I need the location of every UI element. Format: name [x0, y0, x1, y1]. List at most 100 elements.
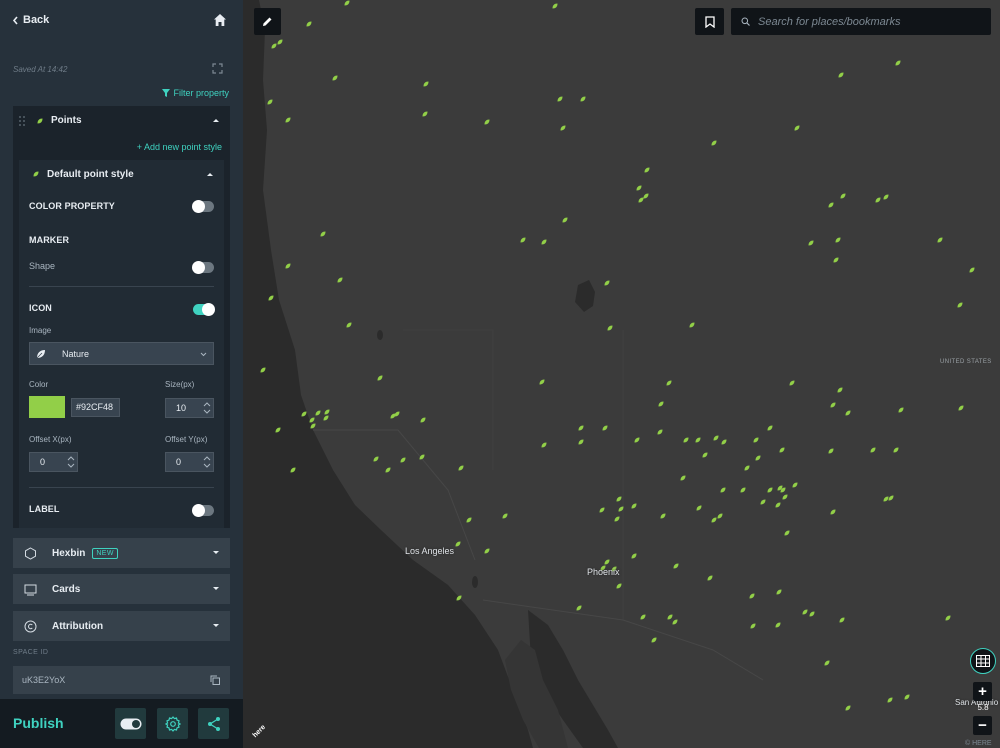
- map-point-marker[interactable]: [767, 487, 773, 493]
- map-point-marker[interactable]: [285, 117, 291, 123]
- map-point-marker[interactable]: [824, 660, 830, 666]
- visibility-toggle-button[interactable]: [115, 708, 146, 739]
- map-point-marker[interactable]: [458, 465, 464, 471]
- map-point-marker[interactable]: [833, 257, 839, 263]
- map-point-marker[interactable]: [484, 548, 490, 554]
- map-point-marker[interactable]: [277, 39, 283, 45]
- map-point-marker[interactable]: [937, 237, 943, 243]
- map-point-marker[interactable]: [466, 517, 472, 523]
- map-point-marker[interactable]: [660, 513, 666, 519]
- share-button[interactable]: [198, 708, 229, 739]
- map-point-marker[interactable]: [260, 367, 266, 373]
- map-point-marker[interactable]: [420, 417, 426, 423]
- map-point-marker[interactable]: [673, 563, 679, 569]
- map-point-marker[interactable]: [767, 425, 773, 431]
- default-point-style-header[interactable]: Default point style: [19, 160, 224, 188]
- map-point-marker[interactable]: [828, 202, 834, 208]
- fullscreen-icon[interactable]: [212, 63, 223, 74]
- map-point-marker[interactable]: [267, 99, 273, 105]
- map-point-marker[interactable]: [578, 439, 584, 445]
- points-header[interactable]: Points: [13, 106, 230, 135]
- map-point-marker[interactable]: [616, 583, 622, 589]
- map-point-marker[interactable]: [285, 263, 291, 269]
- zoom-out-button[interactable]: −: [973, 716, 992, 735]
- map-point-marker[interactable]: [744, 465, 750, 471]
- table-view-button[interactable]: [970, 648, 996, 674]
- map-point-marker[interactable]: [713, 435, 719, 441]
- map-point-marker[interactable]: [385, 467, 391, 473]
- map-point-marker[interactable]: [895, 60, 901, 66]
- map-point-marker[interactable]: [784, 530, 790, 536]
- map-point-marker[interactable]: [835, 237, 841, 243]
- map-point-marker[interactable]: [640, 614, 646, 620]
- map-point-marker[interactable]: [657, 429, 663, 435]
- map-point-marker[interactable]: [306, 21, 312, 27]
- add-point-style-button[interactable]: + Add new point style: [137, 142, 222, 152]
- chevron-up-icon[interactable]: [212, 116, 220, 124]
- map-point-marker[interactable]: [845, 705, 851, 711]
- map-point-marker[interactable]: [969, 267, 975, 273]
- stepper-icon[interactable]: [67, 455, 75, 469]
- map-point-marker[interactable]: [875, 197, 881, 203]
- map-point-marker[interactable]: [775, 502, 781, 508]
- map-point-marker[interactable]: [711, 140, 717, 146]
- map-point-marker[interactable]: [760, 499, 766, 505]
- map-point-marker[interactable]: [323, 415, 329, 421]
- offset-y-input[interactable]: 0: [165, 452, 214, 472]
- map-point-marker[interactable]: [580, 96, 586, 102]
- search-input[interactable]: [758, 15, 978, 28]
- map-point-marker[interactable]: [775, 622, 781, 628]
- map-point-marker[interactable]: [707, 575, 713, 581]
- map-point-marker[interactable]: [830, 509, 836, 515]
- home-icon[interactable]: [213, 13, 227, 27]
- map-point-marker[interactable]: [792, 482, 798, 488]
- map-point-marker[interactable]: [310, 423, 316, 429]
- map-point-marker[interactable]: [337, 277, 343, 283]
- map-point-marker[interactable]: [753, 437, 759, 443]
- map-point-marker[interactable]: [616, 496, 622, 502]
- map-point-marker[interactable]: [560, 125, 566, 131]
- map-point-marker[interactable]: [711, 517, 717, 523]
- map-point-marker[interactable]: [883, 194, 889, 200]
- map-point-marker[interactable]: [779, 447, 785, 453]
- icon-toggle[interactable]: [193, 303, 215, 316]
- map-point-marker[interactable]: [541, 239, 547, 245]
- publish-button[interactable]: Publish: [13, 715, 64, 731]
- map-point-marker[interactable]: [666, 380, 672, 386]
- map-point-marker[interactable]: [845, 410, 851, 416]
- map-point-marker[interactable]: [945, 615, 951, 621]
- map-point-marker[interactable]: [749, 593, 755, 599]
- map-point-marker[interactable]: [346, 322, 352, 328]
- map-point-marker[interactable]: [539, 379, 545, 385]
- image-select[interactable]: Nature: [29, 342, 214, 365]
- map-point-marker[interactable]: [344, 0, 350, 6]
- map-point-marker[interactable]: [777, 485, 783, 491]
- map-point-marker[interactable]: [268, 295, 274, 301]
- map-point-marker[interactable]: [400, 457, 406, 463]
- settings-button[interactable]: [157, 708, 188, 739]
- map-point-marker[interactable]: [898, 407, 904, 413]
- map-point-marker[interactable]: [755, 455, 761, 461]
- map-point-marker[interactable]: [776, 589, 782, 595]
- map-point-marker[interactable]: [301, 411, 307, 417]
- map-point-marker[interactable]: [324, 409, 330, 415]
- map-point-marker[interactable]: [631, 503, 637, 509]
- map-point-marker[interactable]: [789, 380, 795, 386]
- shape-toggle[interactable]: [192, 261, 214, 274]
- map-point-marker[interactable]: [315, 410, 321, 416]
- map-point-marker[interactable]: [541, 442, 547, 448]
- map-point-marker[interactable]: [702, 452, 708, 458]
- drag-handle-icon[interactable]: [19, 115, 25, 126]
- map-point-marker[interactable]: [840, 193, 846, 199]
- map-point-marker[interactable]: [695, 437, 701, 443]
- map-point-marker[interactable]: [390, 413, 396, 419]
- map-point-marker[interactable]: [552, 3, 558, 9]
- color-property-toggle[interactable]: [192, 200, 214, 213]
- map-point-marker[interactable]: [740, 487, 746, 493]
- map-point-marker[interactable]: [957, 302, 963, 308]
- zoom-in-button[interactable]: +: [973, 682, 992, 701]
- map-point-marker[interactable]: [680, 475, 686, 481]
- map-point-marker[interactable]: [456, 595, 462, 601]
- map-point-marker[interactable]: [658, 401, 664, 407]
- map-point-marker[interactable]: [720, 487, 726, 493]
